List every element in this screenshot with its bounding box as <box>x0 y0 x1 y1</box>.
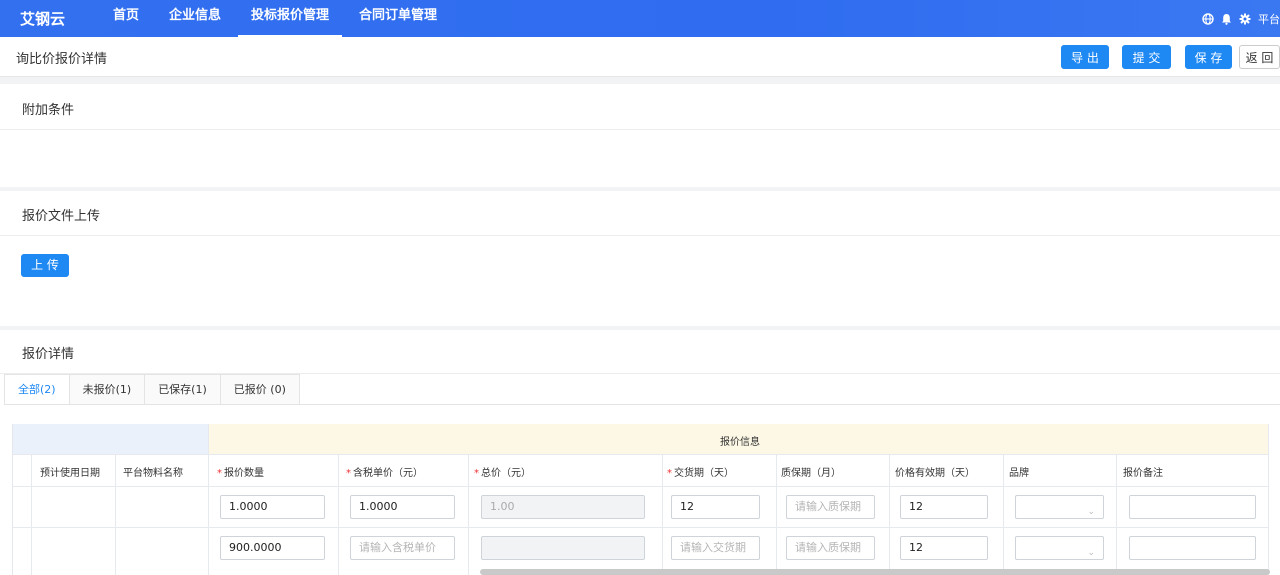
top-navbar: 艾钢云 首页 企业信息 投标报价管理 合同订单管理 平台 <box>0 0 1280 37</box>
tab-saved[interactable]: 已保存(1) <box>145 374 221 405</box>
nav-contract-order-management[interactable]: 合同订单管理 <box>344 0 452 37</box>
page-header: 询比价报价详情 导 出 提 交 保 存 返 回 <box>0 37 1280 77</box>
column-header-brand: 品牌 <box>1004 455 1117 487</box>
quantity-input[interactable]: 1.0000 <box>220 495 325 519</box>
nav-right-tools: 平台 <box>1202 0 1280 37</box>
brand-select[interactable]: ⌄ <box>1015 536 1104 560</box>
header-label: 质保期（月） <box>781 468 841 479</box>
header-label: 平台物料名称 <box>123 468 183 479</box>
header-label: 报价备注 <box>1123 468 1163 479</box>
header-label: * 交货期（天） <box>667 464 734 479</box>
quote-table: 报价信息 预计使用日期 平台物料名称 * 报价数量 * 含税单价（元） * 总价（元）… <box>12 424 1276 575</box>
required-mark: * <box>474 468 479 479</box>
upload-section: 报价文件上传 上 传 <box>0 191 1280 326</box>
header-text: 含税单价（元） <box>353 468 423 479</box>
column-header-expected-date: 预计使用日期 <box>32 455 116 487</box>
bell-icon[interactable] <box>1221 13 1232 25</box>
section-title: 附加条件 <box>22 103 75 118</box>
tabs-divider <box>4 404 1280 405</box>
column-header-unit-price: * 含税单价（元） <box>339 455 469 487</box>
table-header-blank <box>13 424 209 455</box>
globe-icon[interactable] <box>1202 12 1214 25</box>
required-mark: * <box>667 468 672 479</box>
column-header-total: * 总价（元） <box>469 455 663 487</box>
table-row-cell <box>13 487 32 528</box>
divider <box>0 235 1280 236</box>
delivery-days-input[interactable]: 请输入交货期 <box>671 536 760 560</box>
quote-status-tabs: 全部(2) 未报价(1) 已保存(1) 已报价 (0) <box>4 374 300 405</box>
header-text: 交货期（天） <box>674 468 734 479</box>
table-row-cell <box>13 528 32 575</box>
header-label: * 报价数量 <box>217 464 264 479</box>
warranty-months-input[interactable]: 请输入质保期 <box>786 495 875 519</box>
table-row-cell <box>116 528 209 575</box>
unit-price-input[interactable]: 请输入含税单价 <box>350 536 455 560</box>
required-mark: * <box>346 468 351 479</box>
submit-button[interactable]: 提 交 <box>1122 45 1171 69</box>
header-label: 预计使用日期 <box>40 468 100 479</box>
header-label: * 含税单价（元） <box>346 464 423 479</box>
column-header-remark: 报价备注 <box>1117 455 1269 487</box>
quantity-input[interactable]: 900.0000 <box>220 536 325 560</box>
header-text: 报价数量 <box>224 468 264 479</box>
conditions-section: 附加条件 <box>0 84 1280 187</box>
tab-quoted[interactable]: 已报价 (0) <box>220 374 300 405</box>
column-header-validity: 价格有效期（天） <box>890 455 1004 487</box>
quote-remark-input[interactable] <box>1129 536 1256 560</box>
header-label: 品牌 <box>1009 468 1029 479</box>
upload-button[interactable]: 上 传 <box>21 254 69 277</box>
brand-select[interactable]: ⌄ <box>1015 495 1104 519</box>
section-title: 报价文件上传 <box>22 209 101 224</box>
table-header-cell <box>13 455 32 487</box>
export-button[interactable]: 导 出 <box>1061 45 1109 69</box>
warranty-months-input[interactable]: 请输入质保期 <box>786 536 875 560</box>
nav-company-info[interactable]: 企业信息 <box>154 0 236 37</box>
back-button[interactable]: 返 回 <box>1239 45 1280 69</box>
price-validity-input[interactable]: 12 <box>900 536 988 560</box>
page-title: 询比价报价详情 <box>16 52 108 67</box>
price-validity-input[interactable]: 12 <box>900 495 988 519</box>
table-row-cell <box>32 487 116 528</box>
column-header-material-name: 平台物料名称 <box>116 455 209 487</box>
table-row-cell <box>116 487 209 528</box>
save-button[interactable]: 保 存 <box>1185 45 1232 69</box>
unit-price-input[interactable]: 1.0000 <box>350 495 455 519</box>
quote-remark-input[interactable] <box>1129 495 1256 519</box>
delivery-days-input[interactable]: 12 <box>671 495 760 519</box>
nav-bid-quote-management[interactable]: 投标报价管理 <box>236 0 344 37</box>
section-title: 报价详情 <box>22 347 75 362</box>
column-header-delivery: * 交货期（天） <box>663 455 777 487</box>
platform-label[interactable]: 平台 <box>1258 11 1280 27</box>
app-logo[interactable]: 艾钢云 <box>20 8 98 29</box>
quote-info-group-header: 报价信息 <box>209 424 1269 455</box>
column-header-quantity: * 报价数量 <box>209 455 339 487</box>
chevron-down-icon: ⌄ <box>1087 548 1095 558</box>
header-label: * 总价（元） <box>474 464 531 479</box>
nav-home[interactable]: 首页 <box>98 0 154 37</box>
header-label: 价格有效期（天） <box>895 468 975 479</box>
tab-all[interactable]: 全部(2) <box>4 374 70 405</box>
total-price-field: 1.00 <box>481 495 645 519</box>
tab-not-quoted[interactable]: 未报价(1) <box>69 374 146 405</box>
table-row-cell <box>32 528 116 575</box>
required-mark: * <box>217 468 222 479</box>
divider <box>0 129 1280 130</box>
chevron-down-icon: ⌄ <box>1087 507 1095 517</box>
table-horizontal-scrollbar[interactable] <box>480 569 1270 575</box>
settings-icon[interactable] <box>1239 13 1251 25</box>
group-header-label: 报价信息 <box>720 437 760 448</box>
column-header-warranty: 质保期（月） <box>777 455 890 487</box>
header-text: 总价（元） <box>481 468 531 479</box>
total-price-field <box>481 536 645 560</box>
